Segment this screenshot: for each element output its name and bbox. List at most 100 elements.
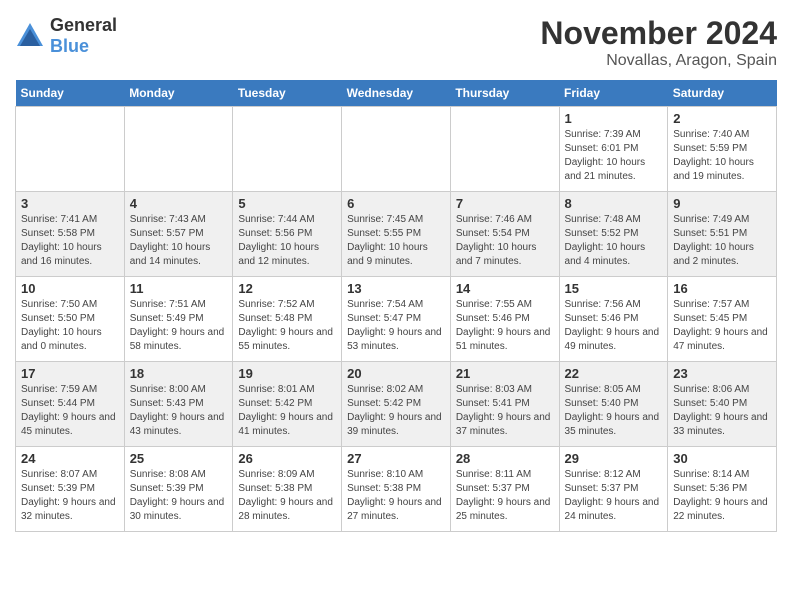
day-info: Sunrise: 8:11 AM Sunset: 5:37 PM Dayligh… xyxy=(456,468,554,524)
day-info: Sunrise: 7:57 AM Sunset: 5:45 PM Dayligh… xyxy=(673,298,771,354)
month-title: November 2024 xyxy=(540,15,777,52)
day-info: Sunrise: 7:45 AM Sunset: 5:55 PM Dayligh… xyxy=(347,213,445,269)
day-number: 9 xyxy=(673,196,771,211)
day-number: 5 xyxy=(238,196,336,211)
day-info: Sunrise: 7:46 AM Sunset: 5:54 PM Dayligh… xyxy=(456,213,554,269)
header-sunday: Sunday xyxy=(16,80,125,107)
day-number: 19 xyxy=(238,366,336,381)
day-cell: 9 Sunrise: 7:49 AM Sunset: 5:51 PM Daylig… xyxy=(668,192,777,277)
day-info: Sunrise: 7:40 AM Sunset: 5:59 PM Dayligh… xyxy=(673,128,771,184)
day-info: Sunrise: 7:44 AM Sunset: 5:56 PM Dayligh… xyxy=(238,213,336,269)
day-number: 21 xyxy=(456,366,554,381)
day-number: 23 xyxy=(673,366,771,381)
day-cell: 24 Sunrise: 8:07 AM Sunset: 5:39 PM Dayli… xyxy=(16,447,125,532)
day-number: 10 xyxy=(21,281,119,296)
day-cell: 2 Sunrise: 7:40 AM Sunset: 5:59 PM Daylig… xyxy=(668,107,777,192)
header-monday: Monday xyxy=(124,80,233,107)
day-cell: 22 Sunrise: 8:05 AM Sunset: 5:40 PM Dayli… xyxy=(559,362,668,447)
day-cell: 19 Sunrise: 8:01 AM Sunset: 5:42 PM Dayli… xyxy=(233,362,342,447)
day-info: Sunrise: 8:01 AM Sunset: 5:42 PM Dayligh… xyxy=(238,383,336,439)
day-cell: 17 Sunrise: 7:59 AM Sunset: 5:44 PM Dayli… xyxy=(16,362,125,447)
day-cell xyxy=(233,107,342,192)
day-info: Sunrise: 8:12 AM Sunset: 5:37 PM Dayligh… xyxy=(565,468,663,524)
day-cell xyxy=(342,107,451,192)
day-cell: 4 Sunrise: 7:43 AM Sunset: 5:57 PM Daylig… xyxy=(124,192,233,277)
day-cell: 1 Sunrise: 7:39 AM Sunset: 6:01 PM Daylig… xyxy=(559,107,668,192)
day-number: 14 xyxy=(456,281,554,296)
day-number: 11 xyxy=(130,281,228,296)
day-cell: 18Sunrise: 8:00 AM Sunset: 5:43 PM Dayli… xyxy=(124,362,233,447)
day-cell: 14 Sunrise: 7:55 AM Sunset: 5:46 PM Dayli… xyxy=(450,277,559,362)
day-info: Sunrise: 8:08 AM Sunset: 5:39 PM Dayligh… xyxy=(130,468,228,524)
week-row-0: 1 Sunrise: 7:39 AM Sunset: 6:01 PM Daylig… xyxy=(16,107,777,192)
day-info: Sunrise: 7:54 AM Sunset: 5:47 PM Dayligh… xyxy=(347,298,445,354)
week-row-2: 10 Sunrise: 7:50 AM Sunset: 5:50 PM Dayli… xyxy=(16,277,777,362)
day-number: 3 xyxy=(21,196,119,211)
day-info: Sunrise: 8:14 AM Sunset: 5:36 PM Dayligh… xyxy=(673,468,771,524)
day-cell: 3 Sunrise: 7:41 AM Sunset: 5:58 PM Daylig… xyxy=(16,192,125,277)
day-cell: 20Sunrise: 8:02 AM Sunset: 5:42 PM Dayli… xyxy=(342,362,451,447)
day-cell: 8Sunrise: 7:48 AM Sunset: 5:52 PM Daylig… xyxy=(559,192,668,277)
day-cell: 10 Sunrise: 7:50 AM Sunset: 5:50 PM Dayli… xyxy=(16,277,125,362)
week-row-3: 17 Sunrise: 7:59 AM Sunset: 5:44 PM Dayli… xyxy=(16,362,777,447)
day-info: Sunrise: 8:09 AM Sunset: 5:38 PM Dayligh… xyxy=(238,468,336,524)
day-number: 12 xyxy=(238,281,336,296)
day-cell: 6 Sunrise: 7:45 AM Sunset: 5:55 PM Daylig… xyxy=(342,192,451,277)
day-cell: 5 Sunrise: 7:44 AM Sunset: 5:56 PM Daylig… xyxy=(233,192,342,277)
day-cell: 15Sunrise: 7:56 AM Sunset: 5:46 PM Dayli… xyxy=(559,277,668,362)
day-number: 27 xyxy=(347,451,445,466)
week-row-1: 3 Sunrise: 7:41 AM Sunset: 5:58 PM Daylig… xyxy=(16,192,777,277)
day-info: Sunrise: 8:05 AM Sunset: 5:40 PM Dayligh… xyxy=(565,383,663,439)
day-number: 29 xyxy=(565,451,663,466)
day-cell: 29 Sunrise: 8:12 AM Sunset: 5:37 PM Dayli… xyxy=(559,447,668,532)
day-number: 6 xyxy=(347,196,445,211)
location: Novallas, Aragon, Spain xyxy=(540,52,777,70)
day-info: Sunrise: 8:00 AM Sunset: 5:43 PM Dayligh… xyxy=(130,383,228,439)
day-cell xyxy=(450,107,559,192)
day-number: 22 xyxy=(565,366,663,381)
day-info: Sunrise: 7:55 AM Sunset: 5:46 PM Dayligh… xyxy=(456,298,554,354)
day-info: Sunrise: 8:02 AM Sunset: 5:42 PM Dayligh… xyxy=(347,383,445,439)
day-number: 4 xyxy=(130,196,228,211)
day-cell: 16 Sunrise: 7:57 AM Sunset: 5:45 PM Dayli… xyxy=(668,277,777,362)
day-info: Sunrise: 8:10 AM Sunset: 5:38 PM Dayligh… xyxy=(347,468,445,524)
day-number: 15 xyxy=(565,281,663,296)
week-row-4: 24 Sunrise: 8:07 AM Sunset: 5:39 PM Dayli… xyxy=(16,447,777,532)
day-cell: 23 Sunrise: 8:06 AM Sunset: 5:40 PM Dayli… xyxy=(668,362,777,447)
day-info: Sunrise: 7:49 AM Sunset: 5:51 PM Dayligh… xyxy=(673,213,771,269)
day-cell xyxy=(16,107,125,192)
header-thursday: Thursday xyxy=(450,80,559,107)
day-cell: 30 Sunrise: 8:14 AM Sunset: 5:36 PM Dayli… xyxy=(668,447,777,532)
day-info: Sunrise: 7:39 AM Sunset: 6:01 PM Dayligh… xyxy=(565,128,663,184)
header-row: SundayMondayTuesdayWednesdayThursdayFrid… xyxy=(16,80,777,107)
day-number: 16 xyxy=(673,281,771,296)
day-number: 28 xyxy=(456,451,554,466)
day-info: Sunrise: 7:50 AM Sunset: 5:50 PM Dayligh… xyxy=(21,298,119,354)
day-cell: 11 Sunrise: 7:51 AM Sunset: 5:49 PM Dayli… xyxy=(124,277,233,362)
day-info: Sunrise: 7:41 AM Sunset: 5:58 PM Dayligh… xyxy=(21,213,119,269)
day-number: 17 xyxy=(21,366,119,381)
title-area: November 2024 Novallas, Aragon, Spain xyxy=(540,15,777,70)
day-info: Sunrise: 8:06 AM Sunset: 5:40 PM Dayligh… xyxy=(673,383,771,439)
day-info: Sunrise: 7:52 AM Sunset: 5:48 PM Dayligh… xyxy=(238,298,336,354)
calendar-table: SundayMondayTuesdayWednesdayThursdayFrid… xyxy=(15,80,777,532)
day-number: 2 xyxy=(673,111,771,126)
day-info: Sunrise: 8:07 AM Sunset: 5:39 PM Dayligh… xyxy=(21,468,119,524)
logo-text: General Blue xyxy=(50,15,117,57)
day-number: 25 xyxy=(130,451,228,466)
day-info: Sunrise: 7:51 AM Sunset: 5:49 PM Dayligh… xyxy=(130,298,228,354)
day-cell: 28 Sunrise: 8:11 AM Sunset: 5:37 PM Dayli… xyxy=(450,447,559,532)
day-number: 30 xyxy=(673,451,771,466)
header-tuesday: Tuesday xyxy=(233,80,342,107)
logo-general: General xyxy=(50,15,117,36)
day-info: Sunrise: 7:43 AM Sunset: 5:57 PM Dayligh… xyxy=(130,213,228,269)
page-header: General Blue November 2024 Novallas, Ara… xyxy=(15,15,777,70)
day-number: 13 xyxy=(347,281,445,296)
day-number: 1 xyxy=(565,111,663,126)
day-cell: 7Sunrise: 7:46 AM Sunset: 5:54 PM Daylig… xyxy=(450,192,559,277)
day-cell: 27 Sunrise: 8:10 AM Sunset: 5:38 PM Dayli… xyxy=(342,447,451,532)
day-number: 24 xyxy=(21,451,119,466)
day-info: Sunrise: 8:03 AM Sunset: 5:41 PM Dayligh… xyxy=(456,383,554,439)
header-friday: Friday xyxy=(559,80,668,107)
day-info: Sunrise: 7:59 AM Sunset: 5:44 PM Dayligh… xyxy=(21,383,119,439)
